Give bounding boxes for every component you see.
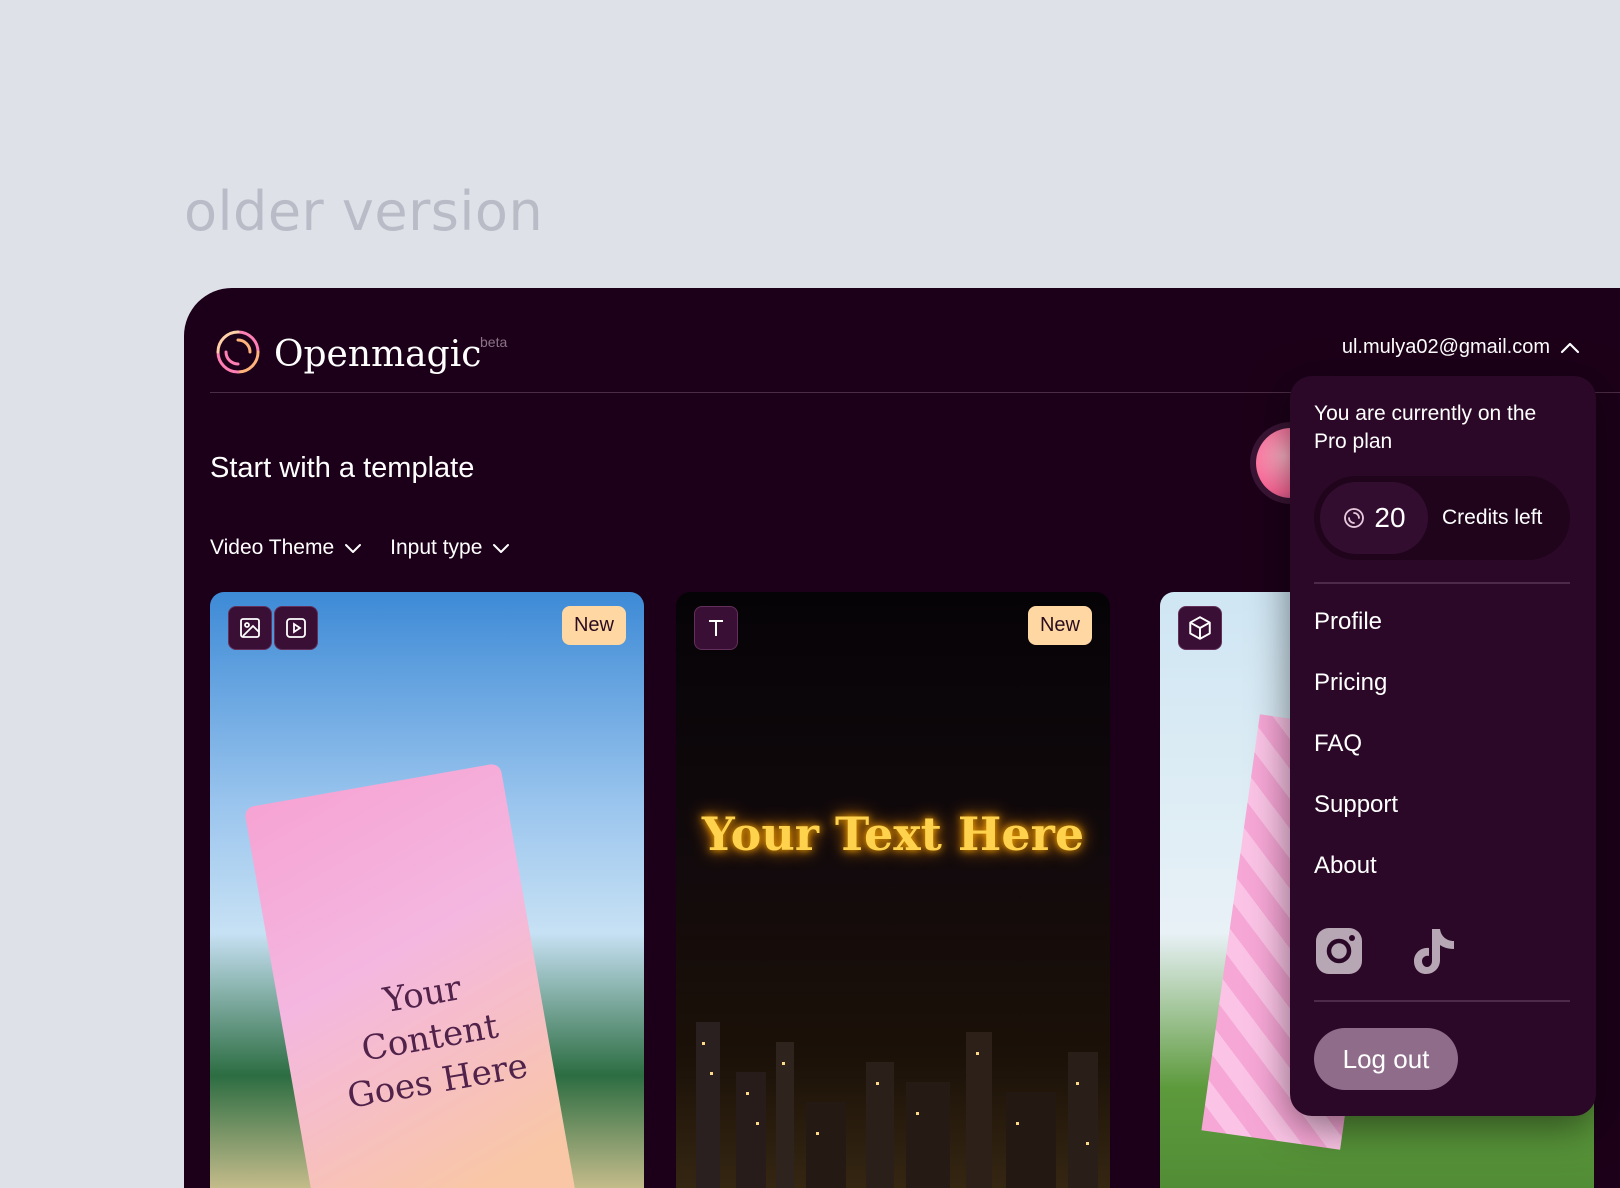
menu-divider — [1314, 1000, 1570, 1002]
menu-item-pricing[interactable]: Pricing — [1314, 669, 1387, 697]
menu-item-faq[interactable]: FAQ — [1314, 730, 1362, 758]
chevron-up-icon — [1560, 342, 1580, 353]
brand-name: Openmagic — [274, 334, 482, 375]
image-input-icon — [228, 606, 272, 650]
new-badge: New — [1027, 606, 1092, 645]
account-email: ul.mulya02@gmail.com — [1341, 336, 1550, 358]
credits-spiral-icon — [1344, 508, 1365, 528]
text-input-icon — [694, 606, 738, 650]
credits-widget: 20 Credits left — [1314, 476, 1570, 560]
credits-count-pill: 20 — [1320, 482, 1428, 554]
video-theme-label: Video Theme — [210, 536, 335, 559]
neon-text: Your Text Here — [701, 807, 1085, 861]
city-skyline — [696, 1022, 1098, 1188]
input-type-label: Input type — [390, 536, 483, 559]
openmagic-logo-icon[interactable] — [210, 324, 266, 380]
3d-cube-icon — [1178, 606, 1222, 650]
credits-count: 20 — [1374, 502, 1406, 533]
chevron-down-icon — [493, 544, 510, 553]
menu-item-profile[interactable]: Profile — [1314, 608, 1382, 636]
instagram-icon[interactable] — [1314, 926, 1364, 976]
tiktok-icon[interactable] — [1412, 926, 1458, 976]
account-menu-toggle[interactable]: ul.mulya02@gmail.com — [1342, 336, 1580, 359]
menu-divider — [1314, 582, 1570, 584]
input-type-filter[interactable]: Input type — [390, 536, 510, 560]
logout-button[interactable]: Log out — [1314, 1028, 1458, 1090]
menu-item-support[interactable]: Support — [1314, 791, 1398, 819]
video-theme-filter[interactable]: Video Theme — [210, 536, 362, 560]
beta-label: beta — [480, 334, 508, 350]
header: Openmagic beta ul.mulya02@gmail.com — [210, 324, 1620, 380]
caption-text: older version — [184, 180, 544, 243]
account-dropdown-menu: You are currently on the Pro plan 20 Cre… — [1290, 376, 1596, 1116]
section-title: Start with a template — [210, 452, 475, 484]
new-badge: New — [561, 606, 626, 645]
chevron-down-icon — [345, 544, 362, 553]
credits-label: Credits left — [1442, 506, 1543, 529]
template-card-content-flag[interactable]: Your Content Goes Here New — [210, 592, 644, 1188]
video-input-icon — [274, 606, 318, 650]
menu-item-about[interactable]: About — [1314, 852, 1377, 880]
filters-bar: Video Theme Input type — [210, 536, 510, 560]
plan-text: You are currently on the Pro plan — [1314, 402, 1537, 453]
template-card-neon-text[interactable]: New Your Text Here — [676, 592, 1110, 1188]
